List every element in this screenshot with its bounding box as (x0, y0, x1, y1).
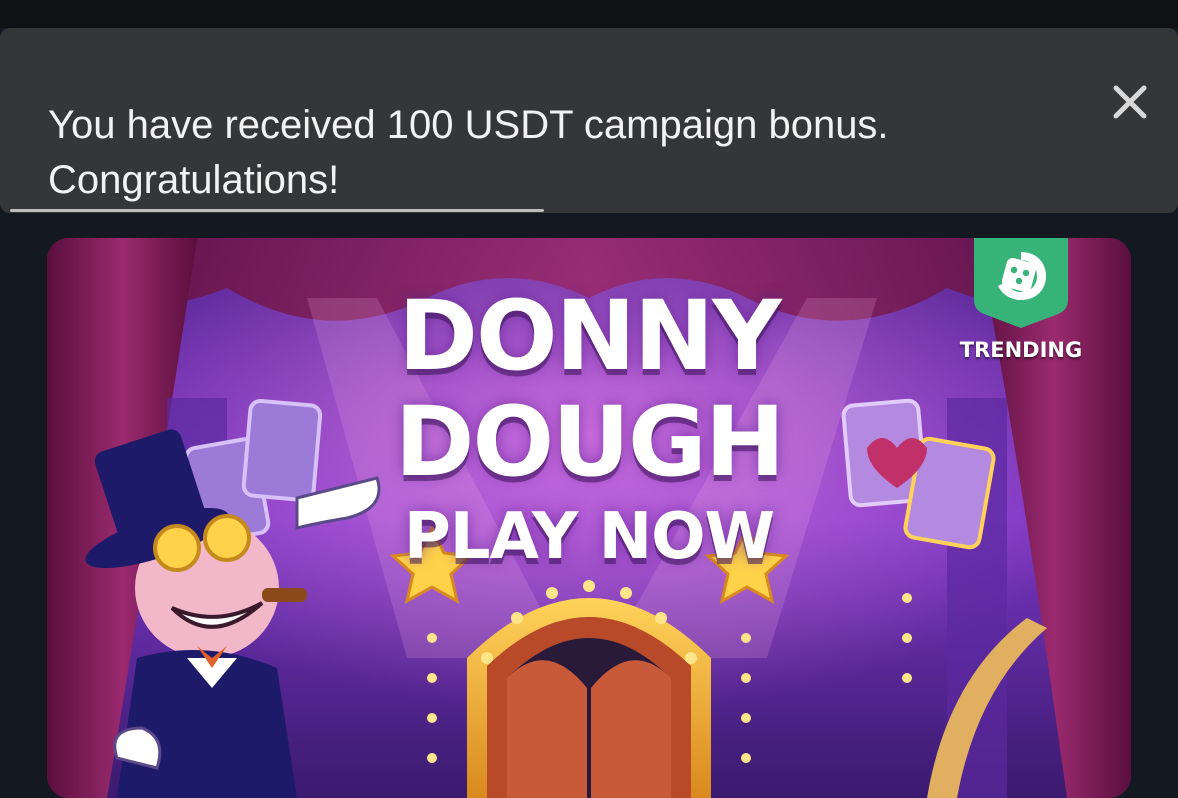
dice-icon (974, 238, 1068, 328)
game-banner-donny-dough[interactable]: DONNY DOUGH PLAY NOW TRENDING (47, 238, 1131, 798)
notification-toast: You have received 100 USDT campaign bonu… (0, 28, 1178, 213)
banner-title-line2: DOUGH (394, 386, 785, 498)
close-icon (1113, 85, 1147, 119)
trending-label: TRENDING (959, 338, 1083, 362)
play-now-cta[interactable]: PLAY NOW (47, 500, 1131, 574)
toast-message-line2: Congratulations! (48, 158, 340, 202)
top-bar (0, 0, 1178, 28)
toast-message-line1: You have received 100 USDT campaign bonu… (48, 103, 889, 147)
toast-progress-fill (10, 209, 544, 212)
close-button[interactable] (1108, 80, 1154, 126)
trending-badge: TRENDING (959, 238, 1089, 363)
toast-progress-bar (10, 209, 1170, 212)
toast-message: You have received 100 USDT campaign bonu… (48, 98, 1048, 208)
